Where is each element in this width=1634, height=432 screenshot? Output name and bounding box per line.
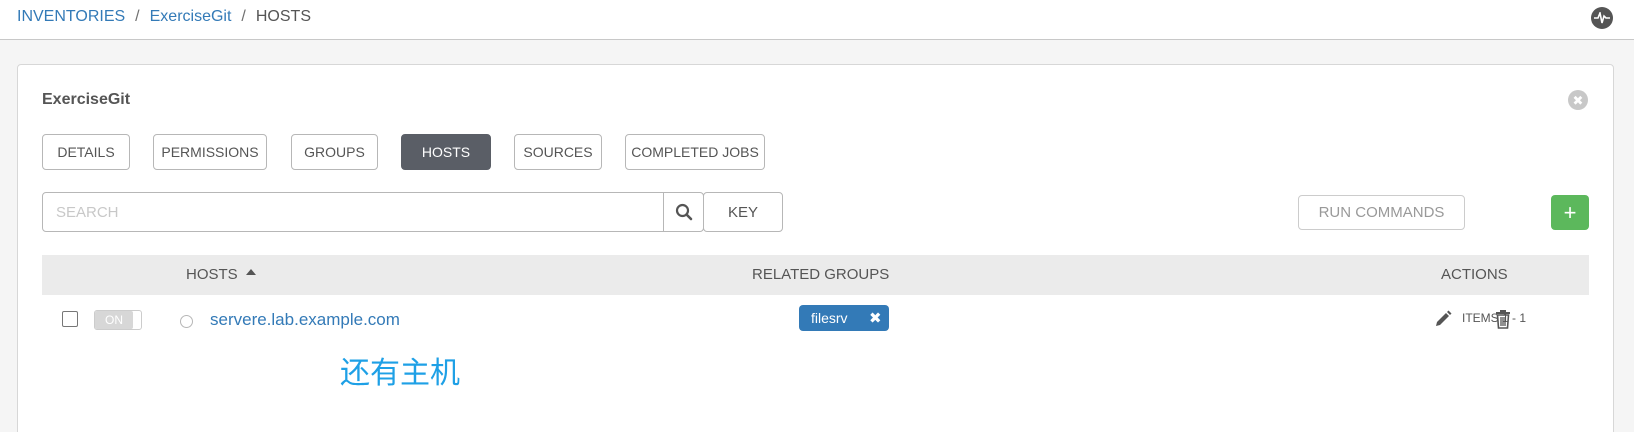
annotation-text: 还有主机 xyxy=(340,356,460,391)
activity-stream-icon[interactable] xyxy=(1591,7,1613,29)
top-bar: INVENTORIES / ExerciseGit / HOSTS xyxy=(0,0,1634,40)
breadcrumb-inventory[interactable]: ExerciseGit xyxy=(150,8,232,26)
table-row: ON servere.lab.example.com filesrv ✖ xyxy=(42,295,1589,345)
column-related-groups: RELATED GROUPS xyxy=(752,266,890,283)
row-checkbox[interactable] xyxy=(62,311,78,327)
search-icon xyxy=(675,203,693,221)
tab-completed-jobs[interactable]: COMPLETED JOBS xyxy=(625,134,765,170)
breadcrumb-separator: / xyxy=(135,8,140,25)
host-enabled-toggle[interactable]: ON xyxy=(94,310,142,330)
breadcrumb-inventories[interactable]: INVENTORIES xyxy=(17,8,125,26)
tab-groups[interactable]: GROUPS xyxy=(291,134,378,170)
breadcrumb-current: HOSTS xyxy=(255,8,311,25)
tab-sources[interactable]: SOURCES xyxy=(514,134,602,170)
close-icon[interactable]: ✖ xyxy=(1568,90,1588,110)
group-tag-label: filesrv xyxy=(811,310,848,326)
breadcrumb-separator: / xyxy=(241,8,246,25)
related-group-tag[interactable]: filesrv ✖ xyxy=(799,305,889,331)
host-name-link[interactable]: servere.lab.example.com xyxy=(210,310,400,330)
inventory-panel: ExerciseGit ✖ DETAILS PERMISSIONS GROUPS… xyxy=(17,64,1614,432)
key-button[interactable]: KEY xyxy=(703,192,783,232)
column-hosts-label: HOSTS xyxy=(186,266,238,283)
table-header: HOSTS RELATED GROUPS ACTIONS xyxy=(42,255,1589,295)
run-commands-button[interactable]: RUN COMMANDS xyxy=(1298,195,1465,230)
search-box xyxy=(42,192,704,232)
sort-ascending-icon xyxy=(245,269,256,275)
host-status-icon xyxy=(180,315,193,328)
toggle-label: ON xyxy=(95,311,133,329)
tab-permissions[interactable]: PERMISSIONS xyxy=(153,134,267,170)
column-hosts[interactable]: HOSTS xyxy=(186,266,256,283)
pencil-icon[interactable] xyxy=(1433,309,1453,329)
items-count: ITEMS 1 - 1 xyxy=(1462,311,1527,325)
breadcrumb: INVENTORIES / ExerciseGit / HOSTS xyxy=(17,8,311,26)
remove-tag-icon[interactable]: ✖ xyxy=(869,309,882,327)
search-input[interactable] xyxy=(43,193,663,231)
panel-title: ExerciseGit xyxy=(42,91,131,108)
search-button[interactable] xyxy=(663,193,704,231)
column-actions: ACTIONS xyxy=(1441,266,1508,283)
tab-details[interactable]: DETAILS xyxy=(42,134,130,170)
add-host-button[interactable]: + xyxy=(1551,195,1589,230)
tab-hosts[interactable]: HOSTS xyxy=(401,134,491,170)
